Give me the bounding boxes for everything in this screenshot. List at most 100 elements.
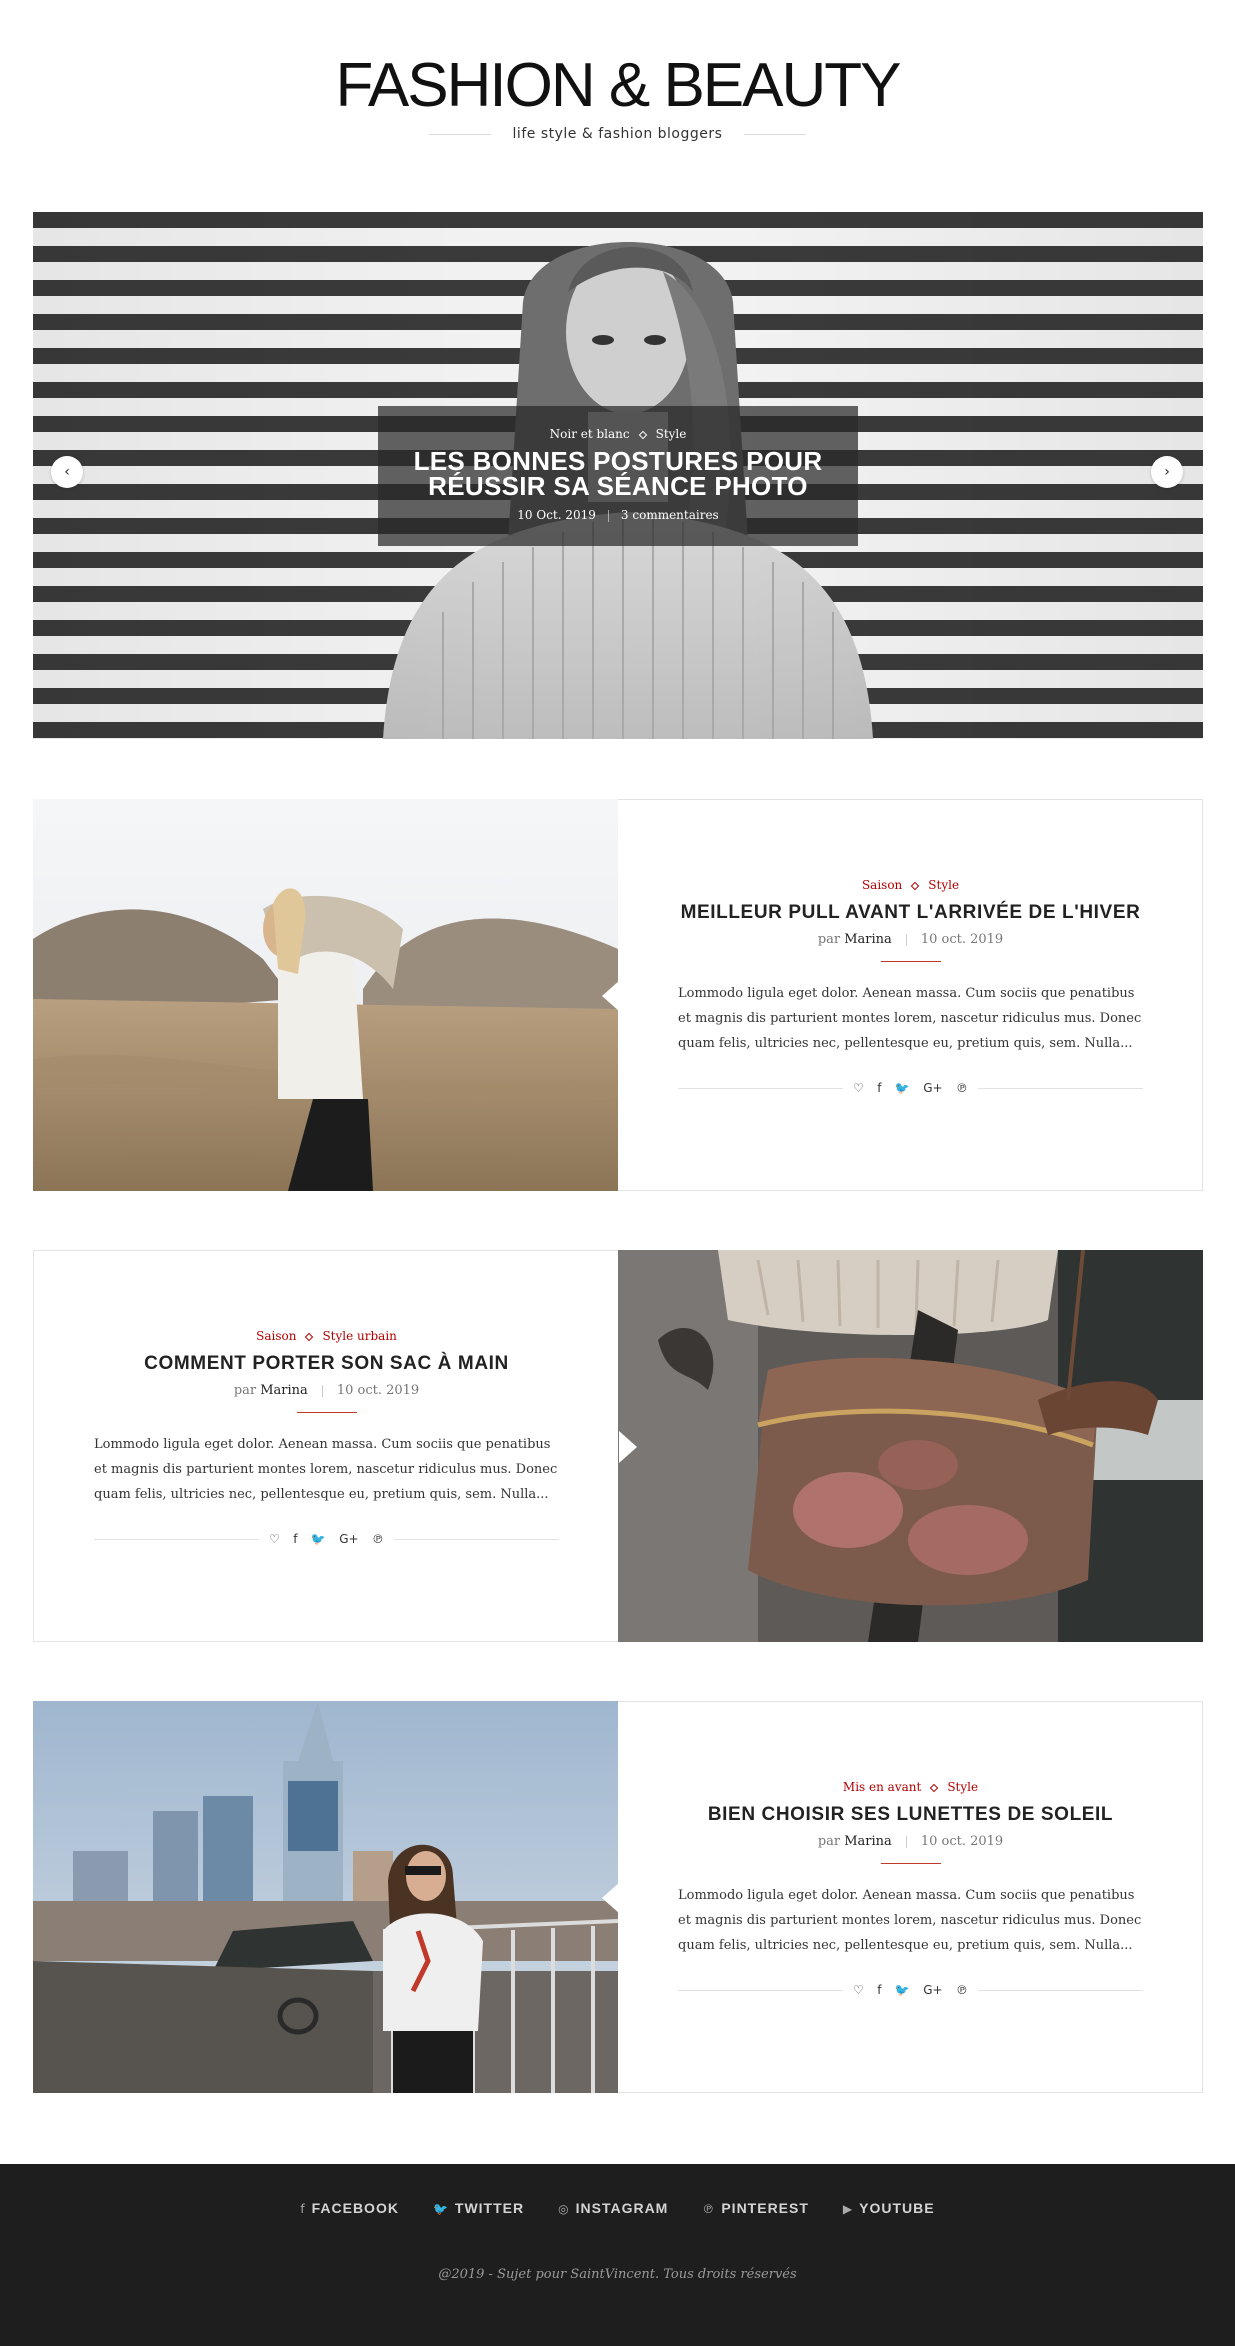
footer-link-label: INSTAGRAM [575, 2200, 669, 2216]
post-date: 10 oct. 2019 [920, 1834, 1004, 1849]
twitter-icon[interactable]: 🐦 [895, 1081, 910, 1095]
google-plus-icon[interactable]: G+ [339, 1532, 358, 1546]
meta-separator [607, 509, 609, 522]
post-excerpt: Lommodo ligula eget dolor. Aenean massa.… [678, 1888, 1142, 1953]
post-date: 10 oct. 2019 [920, 932, 1004, 947]
footer-link-pinterest[interactable]: ℗ PINTEREST [702, 2200, 809, 2216]
share-icons: ♡ f 🐦 G+ ℗ [269, 1529, 384, 1549]
slide-title-line: RÉUSSIR SA SÉANCE PHOTO [428, 471, 808, 501]
card-arrow-notch [619, 1431, 637, 1463]
post-card: Mis en avant Style BIEN CHOISIR SES LUNET… [33, 1701, 1203, 2093]
instagram-icon: ◎ [558, 2202, 570, 2216]
heart-icon[interactable]: ♡ [853, 1081, 864, 1095]
category-link[interactable]: Saison [862, 878, 902, 892]
tagline-divider-left [428, 133, 491, 135]
slide-caption: Noir et blanc Style LES BONNES POSTURES P… [378, 406, 858, 546]
share-bar: ♡ f 🐦 G+ ℗ [678, 1078, 1143, 1098]
footer-link-youtube[interactable]: ▶ YOUTUBE [843, 2200, 935, 2216]
author-link[interactable]: Marina [260, 1383, 308, 1398]
facebook-icon[interactable]: f [877, 1081, 881, 1095]
heart-icon[interactable]: ♡ [853, 1983, 864, 1997]
post-categories: Mis en avant Style [678, 1780, 1143, 1794]
heart-icon[interactable]: ♡ [269, 1532, 280, 1546]
slider-prev-button[interactable]: ‹ [51, 456, 83, 488]
slide-category-link[interactable]: Style [656, 427, 687, 441]
accent-divider [296, 1412, 357, 1413]
category-link[interactable]: Style [947, 1780, 978, 1794]
pinterest-icon: ℗ [702, 2202, 716, 2216]
category-link[interactable]: Saison [256, 1329, 296, 1343]
post-excerpt: Lommodo ligula eget dolor. Aenean massa.… [94, 1437, 558, 1502]
share-divider-left [678, 1088, 843, 1089]
meta-separator [905, 933, 907, 946]
share-bar: ♡ f 🐦 G+ ℗ [678, 1980, 1143, 2000]
post-image-handbag[interactable] [618, 1250, 1203, 1642]
slider-next-button[interactable]: › [1151, 456, 1183, 488]
post-image-woman-sweater-desert[interactable] [33, 799, 618, 1191]
post-card: Saison Style MEILLEUR PULL AVANT L'ARRIVÉ… [33, 799, 1203, 1191]
slide-category-link[interactable]: Noir et blanc [550, 427, 630, 441]
post-categories: Saison Style [678, 878, 1143, 892]
accent-divider [880, 961, 941, 962]
post-title[interactable]: MEILLEUR PULL AVANT L'ARRIVÉE DE L'HIVER [678, 902, 1143, 924]
post-categories: Saison Style urbain [94, 1329, 559, 1343]
google-plus-icon[interactable]: G+ [923, 1081, 942, 1095]
pinterest-icon[interactable]: ℗ [372, 1532, 384, 1546]
post-excerpt: Lommodo ligula eget dolor. Aenean massa.… [678, 986, 1142, 1051]
footer-social-links: f FACEBOOK 🐦 TWITTER ◎ INSTAGRAM ℗ PINTEREST… [0, 2200, 1235, 2216]
diamond-separator-icon [930, 1783, 939, 1792]
accent-divider [880, 1863, 941, 1864]
post-content: Saison Style urbain COMMENT PORTER SON SA… [34, 1251, 619, 1641]
google-plus-icon[interactable]: G+ [923, 1983, 942, 1997]
post-inner: Saison Style urbain COMMENT PORTER SON SA… [94, 1329, 559, 1549]
twitter-icon[interactable]: 🐦 [311, 1532, 326, 1546]
category-link[interactable]: Style [928, 878, 959, 892]
footer-link-label: YOUTUBE [859, 2200, 935, 2216]
meta-separator [321, 1384, 323, 1397]
category-link[interactable]: Mis en avant [843, 1780, 921, 1794]
share-divider-right [394, 1539, 559, 1540]
footer-link-twitter[interactable]: 🐦 TWITTER [433, 2200, 524, 2216]
author-prefix: par [817, 1834, 841, 1849]
twitter-icon: 🐦 [432, 2202, 449, 2216]
share-divider-right [978, 1088, 1143, 1089]
chevron-right-icon: › [1164, 464, 1170, 480]
footer-link-label: TWITTER [454, 2200, 525, 2216]
slide-meta: 10 Oct. 2019 3 commentaires [378, 508, 858, 522]
facebook-icon[interactable]: f [877, 1983, 881, 1997]
slide-date: 10 Oct. 2019 [517, 508, 596, 522]
share-icons: ♡ f 🐦 G+ ℗ [853, 1980, 968, 2000]
pinterest-icon[interactable]: ℗ [956, 1983, 968, 1997]
pinterest-icon[interactable]: ℗ [956, 1081, 968, 1095]
slide-categories: Noir et blanc Style [378, 427, 858, 441]
post-content: Saison Style MEILLEUR PULL AVANT L'ARRIVÉ… [618, 800, 1203, 1190]
footer-link-instagram[interactable]: ◎ INSTAGRAM [558, 2200, 668, 2216]
site-tagline: life style & fashion bloggers [512, 126, 723, 142]
youtube-icon: ▶ [842, 2202, 854, 2216]
slide-title[interactable]: LES BONNES POSTURES POUR RÉUSSIR SA SÉAN… [378, 448, 858, 501]
post-title[interactable]: BIEN CHOISIR SES LUNETTES DE SOLEIL [678, 1804, 1143, 1826]
site-title[interactable]: FASHION & BEAUTY [0, 50, 1235, 121]
meta-separator [905, 1835, 907, 1848]
slide-comments-link[interactable]: 3 commentaires [621, 508, 719, 522]
post-inner: Saison Style MEILLEUR PULL AVANT L'ARRIVÉ… [678, 878, 1143, 1098]
post-image-woman-sunglasses-city[interactable] [33, 1701, 618, 2093]
post-card: Saison Style urbain COMMENT PORTER SON SA… [33, 1250, 1203, 1642]
author-link[interactable]: Marina [844, 932, 892, 947]
footer-link-label: FACEBOOK [311, 2200, 399, 2216]
post-title[interactable]: COMMENT PORTER SON SAC À MAIN [94, 1353, 559, 1375]
hero-slider[interactable]: Noir et blanc Style LES BONNES POSTURES P… [33, 212, 1203, 739]
copyright-text: @2019 - Sujet pour SaintVincent. Tous dr… [438, 2267, 797, 2282]
share-divider-right [978, 1990, 1143, 1991]
twitter-icon[interactable]: 🐦 [895, 1983, 910, 1997]
diamond-separator-icon [911, 881, 920, 890]
author-link[interactable]: Marina [844, 1834, 892, 1849]
facebook-icon[interactable]: f [293, 1532, 297, 1546]
footer-link-facebook[interactable]: f FACEBOOK [300, 2200, 399, 2216]
facebook-icon: f [300, 2202, 306, 2216]
author-prefix: par [233, 1383, 257, 1398]
share-divider-left [678, 1990, 843, 1991]
category-link[interactable]: Style urbain [322, 1329, 396, 1343]
footer-link-label: PINTEREST [721, 2200, 809, 2216]
post-content: Mis en avant Style BIEN CHOISIR SES LUNET… [618, 1702, 1203, 2092]
